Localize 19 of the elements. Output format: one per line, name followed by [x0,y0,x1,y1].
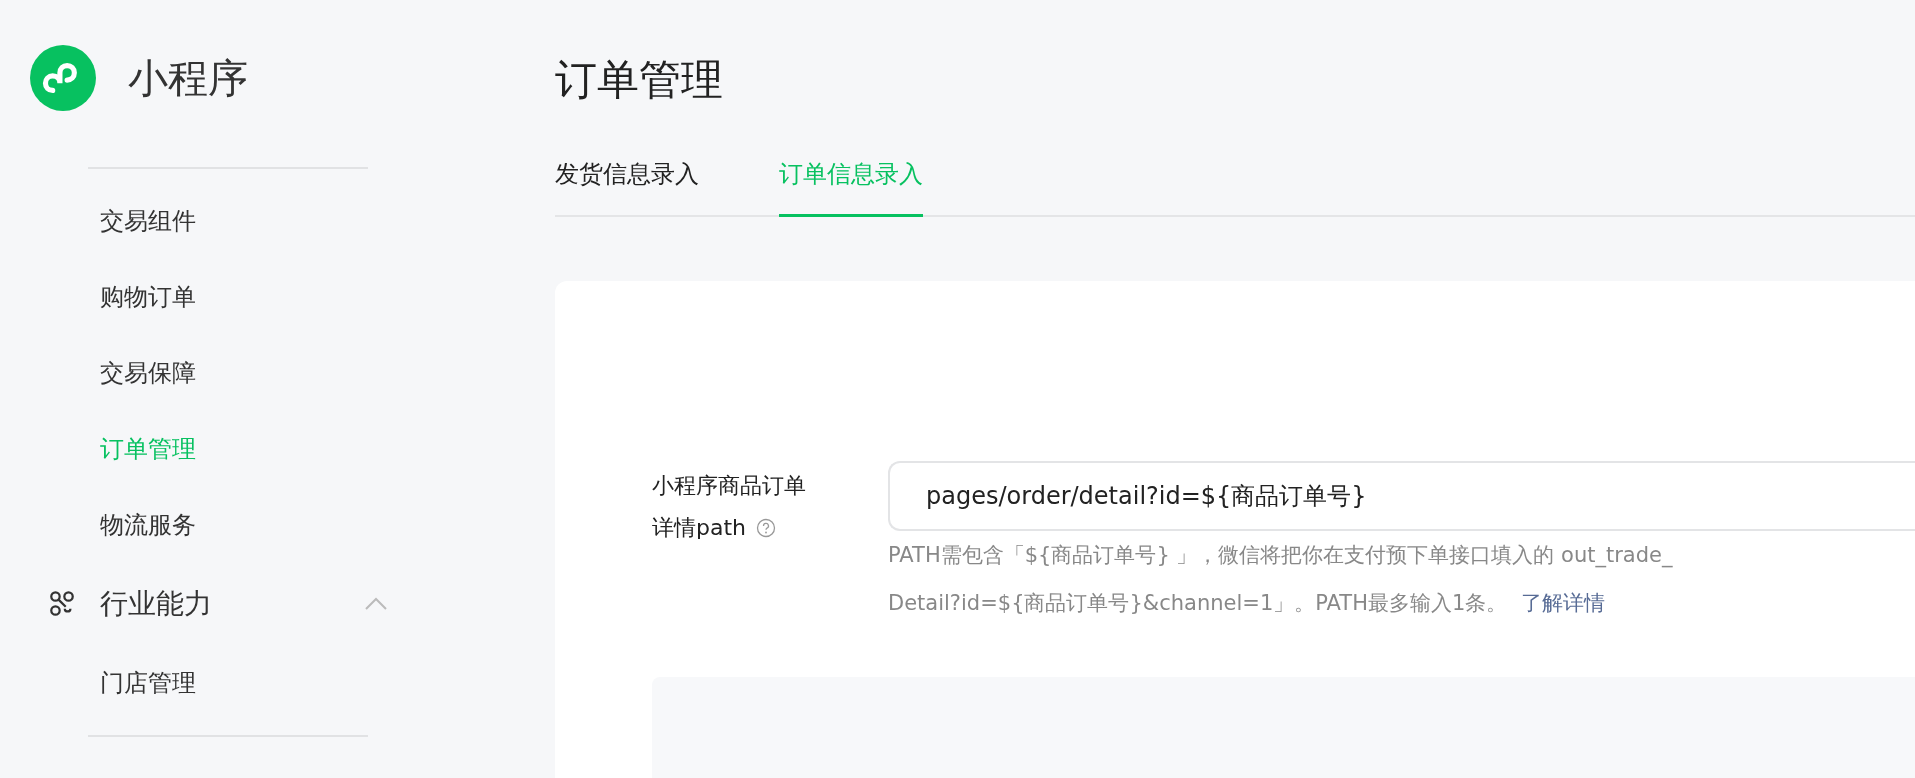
app-name: 小程序 [128,53,248,103]
app-logo-icon [30,45,96,111]
field-label: 小程序商品订单 [652,472,807,500]
nodes-icon [48,590,76,618]
chevron-icon[interactable] [364,597,388,611]
sidebar-item[interactable]: 交易保障 [100,335,196,411]
sidebar-item[interactable]: 购物订单 [100,259,196,335]
help-text: Detail?id=${商品订单号}&channel=1」。PATH最多输入1条。 [888,590,1508,617]
tab[interactable]: 发货信息录入 [555,158,699,217]
sidebar-group-label[interactable]: 行业能力 [100,585,212,623]
sidebar-item[interactable]: 物流服务 [100,487,196,563]
field-label: 详情path [652,514,746,542]
page-title: 订单管理 [555,54,723,106]
help-text: PATH需包含「${商品订单号} 」，微信将把你在支付预下单接口填入的 out_trade_ [888,542,1673,570]
learn-more-link[interactable]: 了解详情 [1521,589,1606,617]
sidebar-item[interactable]: 门店管理 [100,645,196,721]
path-input-field[interactable]: pages/order/detail?id=${商品订单号} [888,461,1915,531]
help-icon[interactable] [756,518,776,538]
sidebar-item[interactable]: 交易组件 [100,183,196,259]
